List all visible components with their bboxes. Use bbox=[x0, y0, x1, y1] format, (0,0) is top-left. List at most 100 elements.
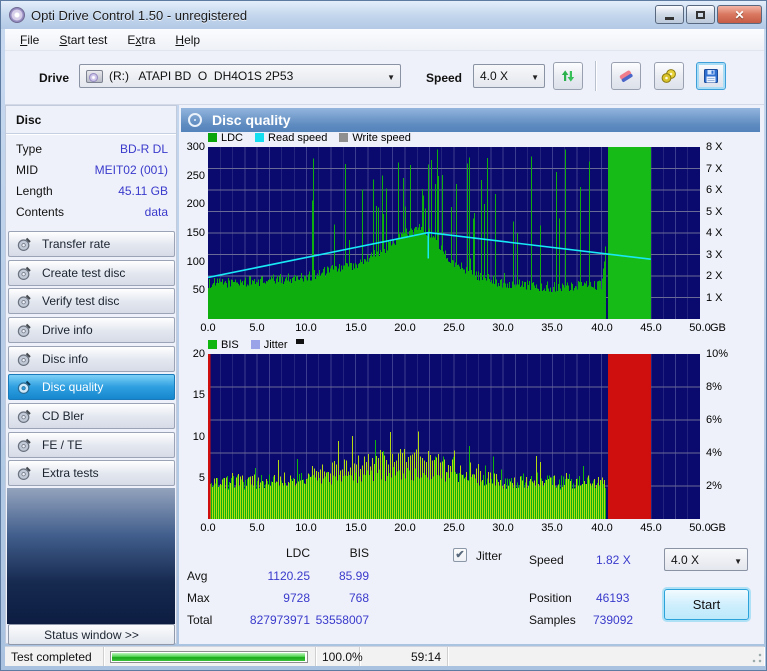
menu-item-help[interactable]: Help bbox=[166, 30, 209, 50]
x-tick: 40.0 bbox=[587, 522, 617, 534]
stats-row-label: Avg bbox=[187, 569, 207, 583]
error-bar bbox=[208, 354, 211, 519]
resize-grip[interactable] bbox=[752, 653, 762, 663]
test-speed-value: 4.0 X bbox=[671, 553, 699, 567]
write-settings-button[interactable] bbox=[654, 62, 684, 90]
disc-info-label: Length bbox=[16, 184, 53, 198]
status-window-button[interactable]: Status window >> bbox=[8, 624, 175, 645]
menu-item-file[interactable]: File bbox=[11, 30, 48, 50]
y-right-tick: 5 X bbox=[706, 206, 738, 218]
disc-pen-icon bbox=[17, 438, 32, 453]
y-right-tick: 4% bbox=[706, 447, 738, 459]
test-speed-select[interactable]: 4.0 X ▼ bbox=[664, 548, 748, 571]
y-right-tick: 1 X bbox=[706, 292, 738, 304]
disc-pen-icon bbox=[17, 266, 32, 281]
sidebar-item-drive-info[interactable]: Drive info bbox=[8, 317, 175, 343]
y-left-tick: 50 bbox=[179, 284, 205, 296]
sidebar-item-verify-test-disc[interactable]: Verify test disc bbox=[8, 288, 175, 314]
position-value: 46193 bbox=[596, 591, 646, 605]
sidebar-item-label: Disc quality bbox=[42, 380, 103, 394]
title-bar[interactable]: Opti Drive Control 1.50 - unregistered ✕ bbox=[1, 1, 767, 29]
save-icon bbox=[703, 68, 719, 84]
sidebar: Disc TypeBD-R DLMIDMEIT02 (001)Length45.… bbox=[5, 105, 177, 644]
close-icon: ✕ bbox=[734, 8, 744, 22]
percent-panel: 100.0% bbox=[316, 647, 360, 666]
x-tick: 35.0 bbox=[537, 322, 567, 334]
x-tick: 5.0 bbox=[242, 522, 272, 534]
time-panel: 59:14 bbox=[360, 647, 448, 666]
window-title: Opti Drive Control 1.50 - unregistered bbox=[31, 8, 247, 23]
x-tick: 40.0 bbox=[587, 322, 617, 334]
ldc-chart-legend: LDCRead speedWrite speed bbox=[208, 132, 411, 144]
legend-item: Jitter bbox=[251, 339, 288, 351]
content-title: Disc quality bbox=[212, 112, 291, 128]
drive-select[interactable]: (R:) ATAPI BD O DH4O1S 2P53 ▼ bbox=[79, 64, 401, 88]
x-tick: 10.0 bbox=[291, 522, 321, 534]
sidebar-item-extra-tests[interactable]: Extra tests bbox=[8, 460, 175, 486]
chevron-down-icon: ▼ bbox=[734, 557, 742, 566]
speed-label: Speed bbox=[426, 71, 462, 85]
sidebar-item-label: Create test disc bbox=[42, 266, 125, 280]
y-right-tick: 4 X bbox=[706, 227, 738, 239]
status-bar: Test completed 100.0% 59:14 bbox=[5, 646, 764, 666]
sidebar-filler bbox=[7, 488, 175, 624]
samples-value: 739092 bbox=[593, 613, 649, 627]
legend-swatch bbox=[251, 340, 260, 349]
sidebar-item-disc-quality[interactable]: Disc quality bbox=[8, 374, 175, 400]
disc-info-value: data bbox=[145, 205, 168, 219]
sidebar-item-disc-info[interactable]: Disc info bbox=[8, 346, 175, 372]
erase-disc-button[interactable] bbox=[611, 62, 641, 90]
legend-marker bbox=[296, 339, 304, 344]
sidebar-item-label: Drive info bbox=[42, 323, 93, 337]
y-right-tick: 8 X bbox=[706, 141, 738, 153]
eraser-icon bbox=[617, 68, 635, 84]
app-window: Opti Drive Control 1.50 - unregistered ✕… bbox=[0, 0, 767, 671]
elapsed-time: 59:14 bbox=[411, 650, 441, 664]
disc-info-label: Contents bbox=[16, 205, 64, 219]
content-panel: Disc quality LDC BIS Avg 1120.25 85.99 M… bbox=[179, 105, 764, 644]
x-tick: 35.0 bbox=[537, 522, 567, 534]
x-tick: 10.0 bbox=[291, 322, 321, 334]
drive-select-value: (R:) ATAPI BD O DH4O1S 2P53 bbox=[109, 69, 293, 83]
disc-panel-title: Disc bbox=[16, 113, 41, 127]
x-tick: 15.0 bbox=[341, 522, 371, 534]
stats-row-label: Total bbox=[187, 613, 212, 627]
menu-bar: FileStart testExtraHelp bbox=[5, 29, 764, 51]
x-tick: 45.0 bbox=[636, 522, 666, 534]
refresh-button[interactable] bbox=[553, 62, 583, 90]
avg-bis-value: 85.99 bbox=[314, 569, 369, 583]
y-right-tick: 8% bbox=[706, 381, 738, 393]
sidebar-item-label: Extra tests bbox=[42, 466, 99, 480]
saturated-block bbox=[608, 147, 651, 319]
sidebar-item-transfer-rate[interactable]: Transfer rate bbox=[8, 231, 175, 257]
minimize-icon bbox=[665, 17, 674, 20]
close-button[interactable]: ✕ bbox=[717, 5, 762, 24]
disc-pen-icon bbox=[17, 466, 32, 481]
disc-info-row-mid: MIDMEIT02 (001) bbox=[16, 163, 168, 177]
sidebar-item-fe-te[interactable]: FE / TE bbox=[8, 432, 175, 458]
menu-item-extra[interactable]: Extra bbox=[118, 30, 164, 50]
sidebar-item-create-test-disc[interactable]: Create test disc bbox=[8, 260, 175, 286]
toolbar: Drive (R:) ATAPI BD O DH4O1S 2P53 ▼ Spee… bbox=[5, 51, 764, 105]
maximize-button[interactable] bbox=[686, 5, 715, 24]
disc-pen-icon bbox=[17, 409, 32, 424]
bis-jitter-plot bbox=[208, 354, 700, 519]
error-block bbox=[608, 354, 651, 519]
disc-info-row-contents: Contents data bbox=[16, 205, 168, 219]
start-button[interactable]: Start bbox=[664, 589, 749, 620]
y-left-tick: 250 bbox=[179, 170, 205, 182]
minimize-button[interactable] bbox=[655, 5, 684, 24]
save-button[interactable] bbox=[696, 62, 726, 90]
jitter-checkbox[interactable]: ✔ bbox=[453, 548, 467, 562]
speed-select[interactable]: 4.0 X ▼ bbox=[473, 64, 545, 88]
statusbar-spacer bbox=[448, 647, 764, 666]
sidebar-item-cd-bler[interactable]: CD Bler bbox=[8, 403, 175, 429]
y-left-tick: 100 bbox=[179, 256, 205, 268]
x-tick: 25.0 bbox=[439, 522, 469, 534]
disc-pen-icon bbox=[17, 294, 32, 309]
samples-label: Samples bbox=[529, 613, 576, 627]
legend-item: LDC bbox=[208, 132, 243, 144]
maximize-icon bbox=[696, 11, 705, 19]
menu-item-start-test[interactable]: Start test bbox=[50, 30, 116, 50]
sidebar-item-label: Disc info bbox=[42, 352, 88, 366]
